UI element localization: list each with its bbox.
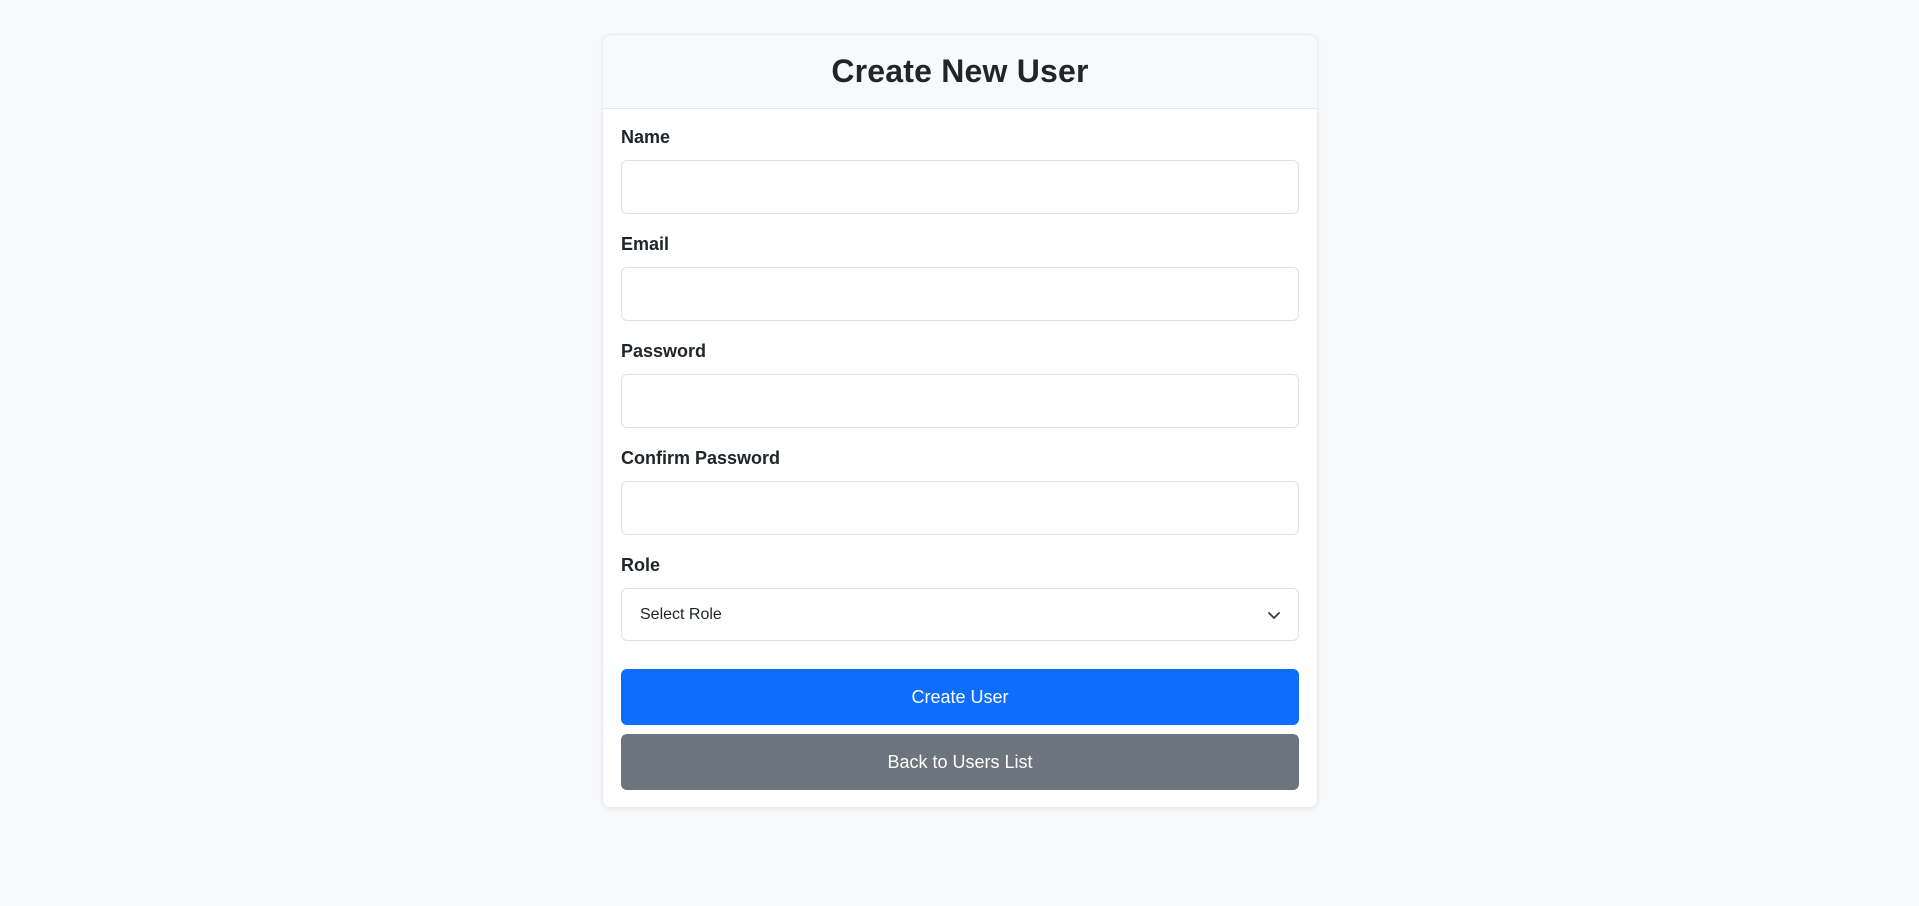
name-group: Name bbox=[621, 127, 1299, 214]
back-to-users-button[interactable]: Back to Users List bbox=[621, 734, 1299, 790]
password-input[interactable] bbox=[621, 374, 1299, 428]
name-input[interactable] bbox=[621, 160, 1299, 214]
role-group: Role Select Role bbox=[621, 555, 1299, 641]
card-header: Create New User bbox=[603, 35, 1317, 109]
role-label: Role bbox=[621, 555, 661, 575]
chevron-down-icon bbox=[1268, 611, 1280, 619]
confirm-password-label: Confirm Password bbox=[621, 448, 781, 468]
create-user-button[interactable]: Create User bbox=[621, 669, 1299, 725]
email-label: Email bbox=[621, 234, 670, 254]
page-title: Create New User bbox=[831, 53, 1089, 89]
password-group: Password bbox=[621, 341, 1299, 428]
email-input[interactable] bbox=[621, 267, 1299, 321]
role-select-value: Select Role bbox=[640, 605, 722, 623]
confirm-password-group: Confirm Password bbox=[621, 448, 1299, 535]
name-label: Name bbox=[621, 127, 671, 147]
role-select[interactable]: Select Role bbox=[621, 588, 1299, 641]
create-user-form: Name Email Password Confirm Password Rol… bbox=[603, 109, 1317, 790]
create-user-card: Create New User Name Email Password Conf… bbox=[602, 34, 1318, 808]
confirm-password-input[interactable] bbox=[621, 481, 1299, 535]
password-label: Password bbox=[621, 341, 707, 361]
email-group: Email bbox=[621, 234, 1299, 321]
